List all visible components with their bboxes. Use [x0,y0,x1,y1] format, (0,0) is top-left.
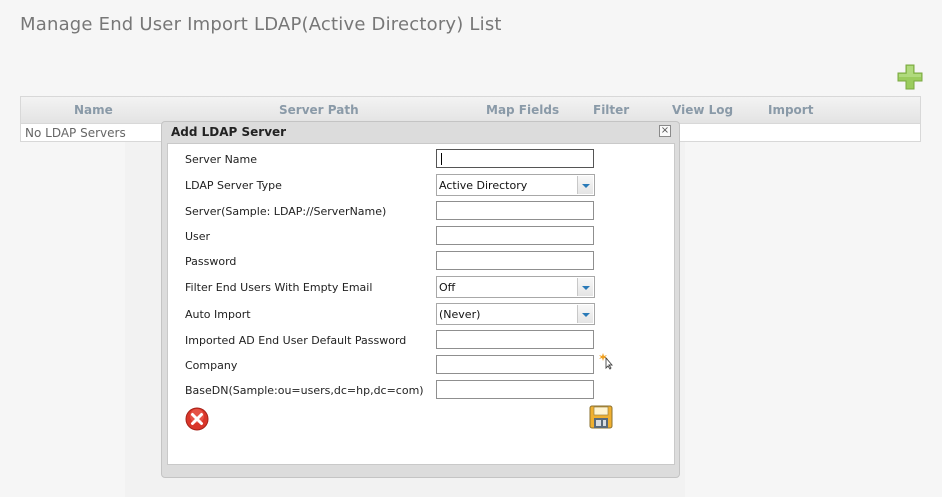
grid-empty-message: No LDAP Servers [25,126,126,140]
column-name-header[interactable]: Name [74,103,113,117]
auto-import-label: Auto Import [185,308,251,321]
user-label: User [185,230,211,243]
basedn-row: BaseDN(Sample:ou=users,dc=hp,dc=com) [168,380,674,402]
column-import-header[interactable]: Import [768,103,813,117]
add-ldap-server-dialog: Add LDAP Server × Server Name LDAP Serve… [161,121,680,478]
column-server-path-header[interactable]: Server Path [279,103,359,117]
server-label: Server(Sample: LDAP://ServerName) [185,205,387,218]
default-password-input[interactable] [436,330,594,349]
chevron-down-icon[interactable] [577,305,593,323]
password-row: Password [168,251,674,273]
company-input[interactable] [436,355,594,374]
grid-header: Name Server Path Map Fields Filter View … [21,97,920,124]
company-picker-icon[interactable] [599,352,615,370]
basedn-label: BaseDN(Sample:ou=users,dc=hp,dc=com) [185,384,424,397]
server-type-select[interactable]: Active Directory [436,174,595,196]
dialog-title: Add LDAP Server [171,125,287,139]
dialog-body: Server Name LDAP Server Type Active Dire… [167,143,675,465]
auto-import-value: (Never) [439,308,481,321]
save-icon[interactable] [589,405,613,429]
server-input[interactable] [436,201,594,220]
server-name-row: Server Name [168,149,674,171]
user-input[interactable] [436,226,594,245]
basedn-input[interactable] [436,380,594,399]
page-title: Manage End User Import LDAP(Active Direc… [20,14,502,35]
chevron-down-icon[interactable] [577,278,593,296]
server-name-label: Server Name [185,153,258,166]
company-row: Company [168,352,674,377]
column-map-fields-header[interactable]: Map Fields [486,103,559,117]
cancel-icon[interactable] [185,407,209,431]
password-label: Password [185,255,237,268]
default-password-row: Imported AD End User Default Password [168,330,674,352]
column-filter-header[interactable]: Filter [593,103,629,117]
server-type-row: LDAP Server Type Active Directory [168,174,674,197]
password-input[interactable] [436,251,594,270]
server-row: Server(Sample: LDAP://ServerName) [168,201,674,223]
filter-empty-email-row: Filter End Users With Empty Email Off [168,276,674,299]
company-label: Company [185,359,238,372]
user-row: User [168,226,674,248]
close-icon[interactable]: × [659,125,671,137]
column-view-log-header[interactable]: View Log [672,103,733,117]
auto-import-select[interactable]: (Never) [436,303,595,325]
filter-empty-email-value: Off [439,281,456,294]
auto-import-row: Auto Import (Never) [168,303,674,326]
server-type-label: LDAP Server Type [185,179,282,192]
filter-empty-email-label: Filter End Users With Empty Email [185,281,373,294]
server-name-input[interactable] [436,149,594,168]
add-icon[interactable] [897,64,923,90]
filter-empty-email-select[interactable]: Off [436,276,595,298]
server-type-value: Active Directory [439,179,528,192]
chevron-down-icon[interactable] [577,176,593,194]
default-password-label: Imported AD End User Default Password [185,334,407,347]
